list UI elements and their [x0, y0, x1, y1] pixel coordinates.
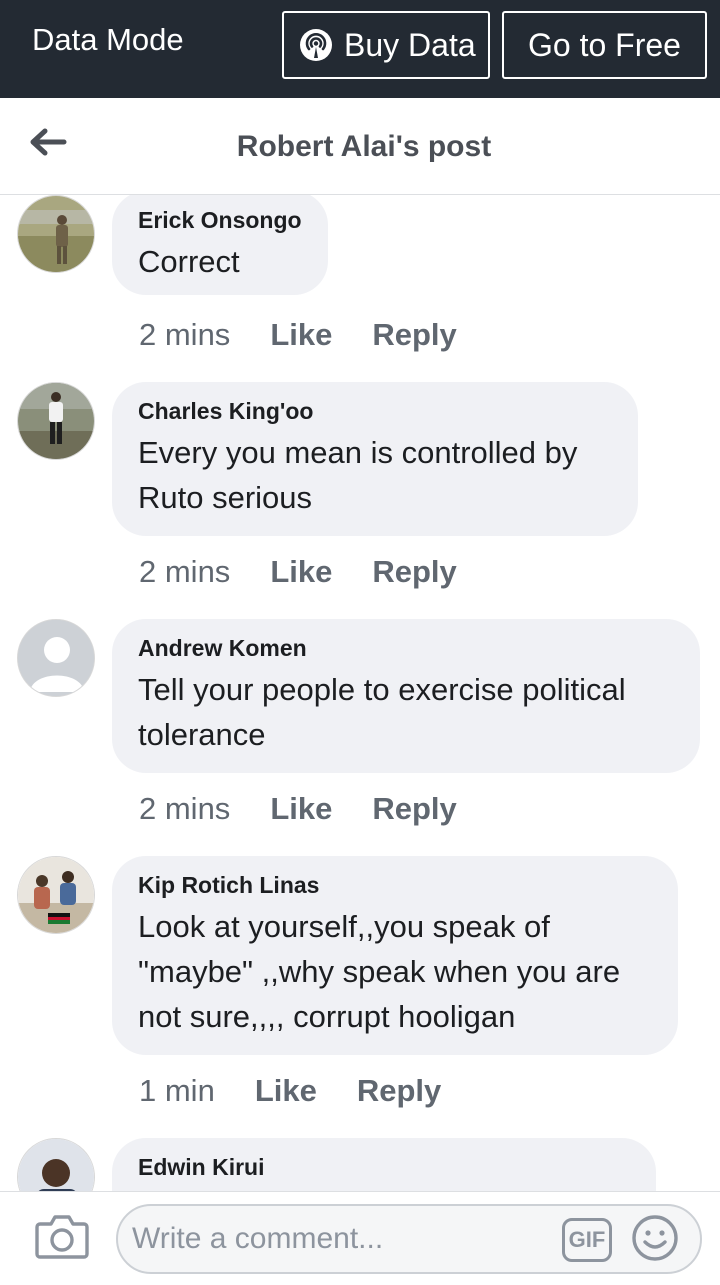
like-button[interactable]: Like [270, 316, 332, 354]
go-to-free-button[interactable]: Go to Free [502, 11, 707, 79]
buy-data-button[interactable]: Buy Data [282, 11, 490, 79]
data-mode-bar: Data Mode Buy Data Go to Free [0, 0, 720, 98]
reply-button[interactable]: Reply [372, 790, 456, 828]
avatar[interactable] [17, 195, 95, 273]
smiley-icon [632, 1215, 678, 1261]
comment-author[interactable]: Kip Rotich Linas [138, 870, 652, 900]
comment-author[interactable]: Edwin Kirui [138, 1152, 630, 1182]
comment-text: Every you mean is controlled by Ruto ser… [138, 435, 578, 515]
comment-input[interactable] [116, 1204, 702, 1274]
comment-time: 1 min [139, 1073, 215, 1108]
comment-bubble: Andrew Komen Tell your people to exercis… [112, 619, 700, 773]
comment-actions: 2 mins Like Reply [139, 790, 457, 828]
post-header: Robert Alai's post [0, 98, 720, 195]
comment-time: 2 mins [139, 317, 231, 352]
comment-bubble: Edwin Kirui [112, 1138, 656, 1191]
comment-author[interactable]: Erick Onsongo [138, 205, 302, 235]
go-to-free-label: Go to Free [528, 27, 681, 63]
comments-list: Erick Onsongo Correct 2 mins Like Reply [0, 195, 720, 1191]
avatar[interactable] [17, 1138, 95, 1191]
facebook-post-comments-screen: Data Mode Buy Data Go to Free Robert Ala… [0, 0, 720, 1285]
like-button[interactable]: Like [270, 553, 332, 591]
emoji-button[interactable] [631, 1214, 679, 1262]
buy-data-label: Buy Data [344, 27, 476, 63]
broadcast-icon [300, 29, 332, 61]
camera-icon [35, 1215, 89, 1259]
avatar[interactable] [17, 382, 95, 460]
default-avatar-icon[interactable] [17, 619, 95, 697]
camera-button[interactable] [34, 1212, 90, 1260]
comment-time: 2 mins [139, 791, 231, 826]
comment-actions: 2 mins Like Reply [139, 316, 457, 354]
comment-text: Look at yourself,,you speak of "maybe" ,… [138, 909, 621, 1034]
comment-author[interactable]: Andrew Komen [138, 633, 674, 663]
comment-author[interactable]: Charles King'oo [138, 396, 612, 426]
comment-text: Tell your people to exercise political t… [138, 672, 626, 752]
gif-button[interactable]: GIF [562, 1218, 612, 1262]
comment-time: 2 mins [139, 554, 231, 589]
comment-bubble: Erick Onsongo Correct [112, 195, 328, 295]
reply-button[interactable]: Reply [357, 1072, 441, 1110]
comment-bubble: Charles King'oo Every you mean is contro… [112, 382, 638, 536]
comment-composer: GIF [0, 1191, 720, 1285]
reply-button[interactable]: Reply [372, 316, 456, 354]
comment-actions: 2 mins Like Reply [139, 553, 457, 591]
avatar[interactable] [17, 856, 95, 934]
comment-bubble: Kip Rotich Linas Look at yourself,,you s… [112, 856, 678, 1055]
data-mode-label: Data Mode [32, 22, 184, 57]
comment-actions: 1 min Like Reply [139, 1072, 441, 1110]
page-title: Robert Alai's post [236, 130, 492, 163]
like-button[interactable]: Like [255, 1072, 317, 1110]
reply-button[interactable]: Reply [372, 553, 456, 591]
like-button[interactable]: Like [270, 790, 332, 828]
comment-text: Correct [138, 244, 240, 279]
